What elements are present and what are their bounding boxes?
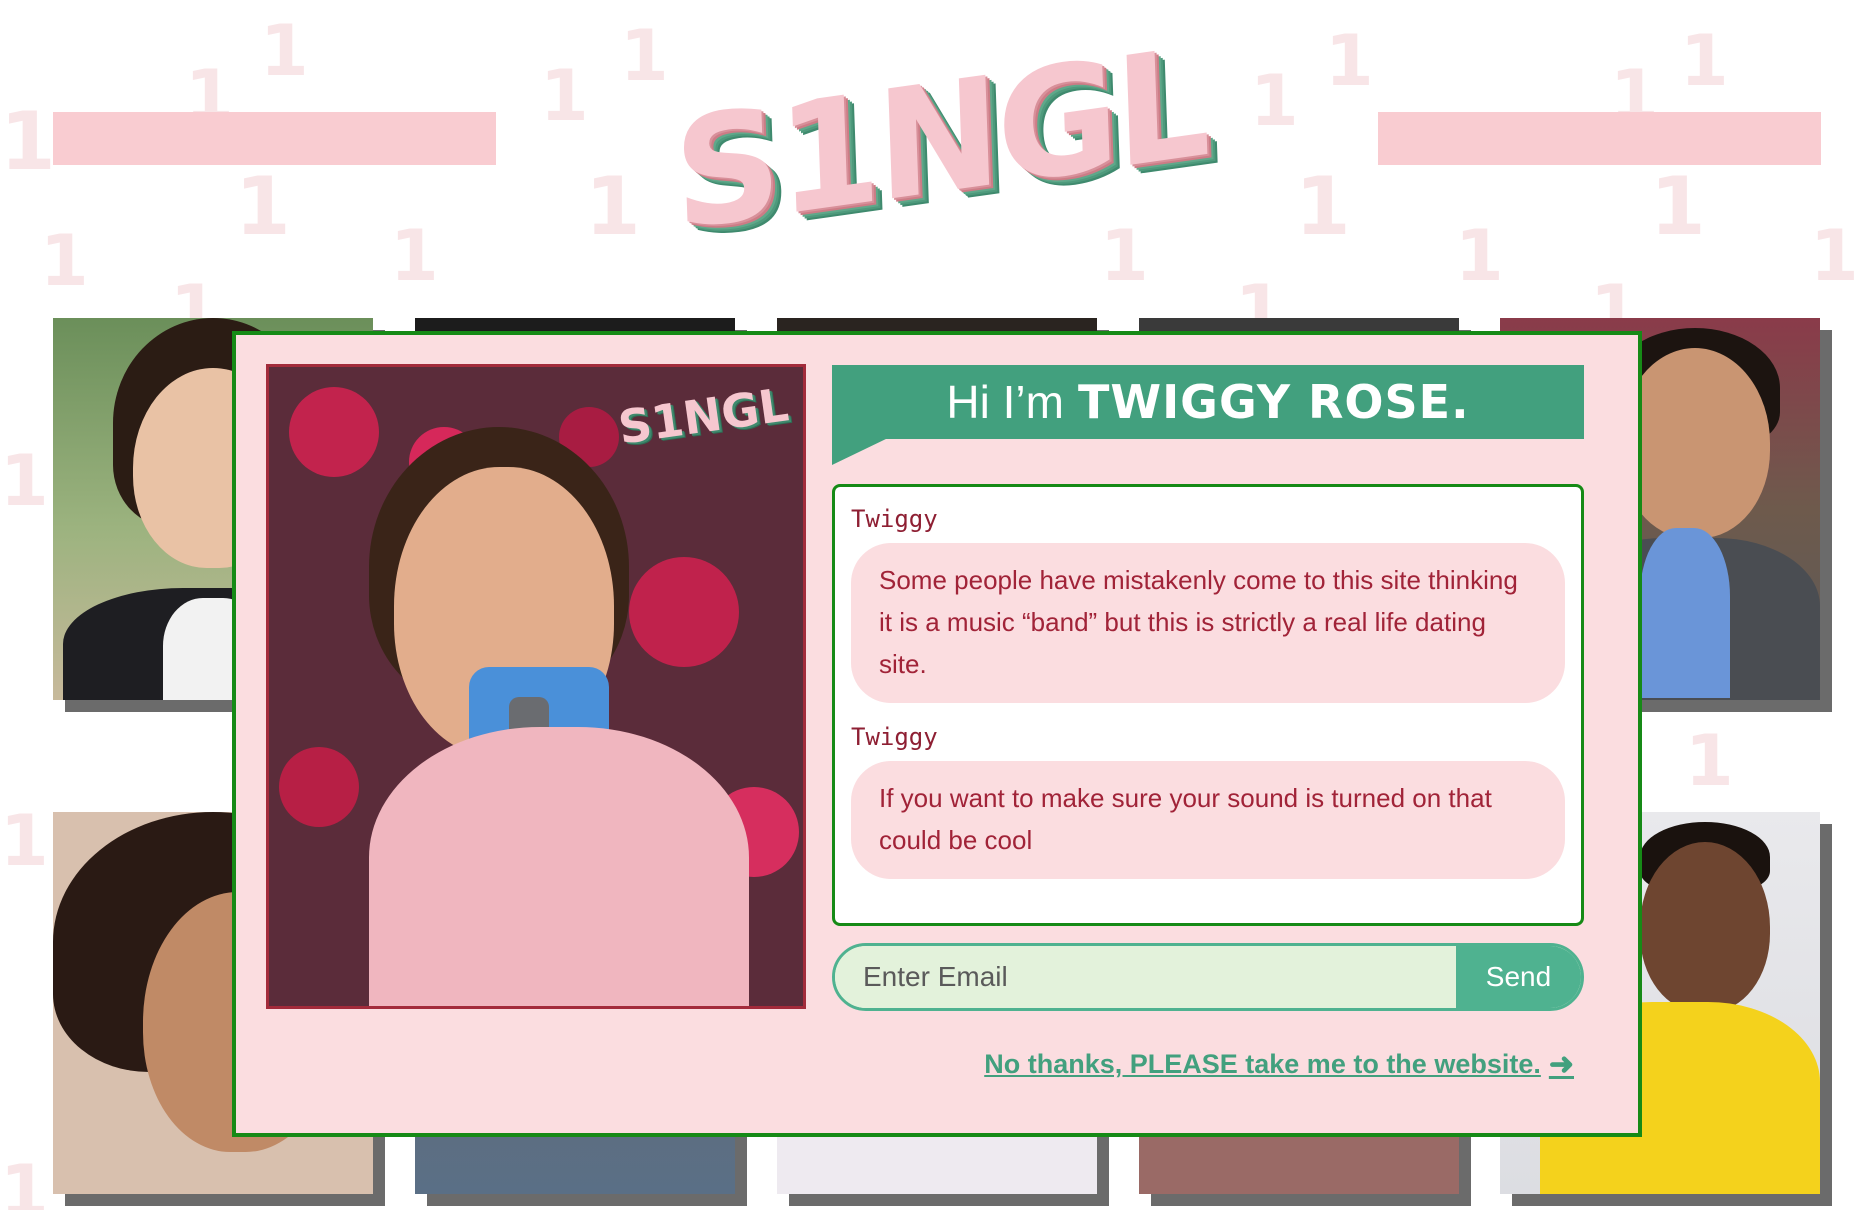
bg-glyph: 1: [620, 15, 669, 97]
email-field[interactable]: [835, 946, 1456, 1008]
bg-glyph: 1: [1250, 60, 1299, 142]
message-bubble: Some people have mistakenly come to this…: [851, 543, 1565, 703]
photo-logo: S1NGL: [615, 377, 792, 455]
profile-name: TWIGGY ROSE.: [1077, 375, 1470, 429]
header-bar-left: [53, 112, 496, 165]
title-prefix: Hi I’m: [946, 376, 1064, 428]
title-banner-tail: [832, 438, 888, 465]
bg-glyph: 1: [1100, 215, 1149, 297]
bg-glyph: 1: [0, 440, 49, 522]
bg-glyph: 1: [235, 160, 291, 253]
signup-modal: S1NGL Hi I’m TWIGGY ROSE. Twiggy Some pe…: [232, 331, 1642, 1137]
bg-glyph: 1: [1650, 160, 1706, 253]
bg-glyph: 1: [1455, 215, 1504, 297]
chat-window[interactable]: Twiggy Some people have mistakenly come …: [832, 484, 1584, 926]
bg-glyph: 1: [1325, 20, 1374, 102]
profile-photo-large: S1NGL: [266, 364, 806, 1009]
send-button[interactable]: Send: [1456, 946, 1581, 1008]
bg-glyph: 1: [0, 800, 49, 882]
message-author: Twiggy: [851, 723, 938, 751]
message-bubble: If you want to make sure your sound is t…: [851, 761, 1565, 879]
profile-title: Hi I’m TWIGGY ROSE.: [832, 365, 1584, 439]
bg-glyph: 1: [390, 215, 439, 297]
site-logo[interactable]: S1NGL: [669, 2, 1211, 278]
arrow-right-icon: ➜: [1548, 1048, 1574, 1081]
bg-glyph: 1: [1685, 720, 1734, 802]
bg-glyph: 1: [260, 10, 309, 92]
skip-link-label: No thanks, PLEASE take me to the website…: [984, 1049, 1541, 1079]
header-bar-right: [1378, 112, 1821, 165]
bg-glyph: 1: [1810, 215, 1859, 297]
bg-glyph: 1: [585, 160, 641, 253]
message-author: Twiggy: [851, 505, 938, 533]
bg-glyph: 1: [1680, 20, 1729, 102]
skip-to-website-link[interactable]: No thanks, PLEASE take me to the website…: [984, 1047, 1574, 1082]
bg-glyph: 1: [40, 220, 89, 302]
bg-glyph: 1: [0, 1150, 49, 1210]
bg-glyph: 1: [540, 55, 589, 137]
email-form: Send: [832, 943, 1584, 1011]
bg-glyph: 1: [0, 95, 56, 188]
bg-glyph: 1: [1295, 160, 1351, 253]
